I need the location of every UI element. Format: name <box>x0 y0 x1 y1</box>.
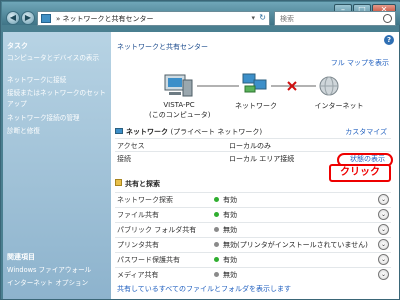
search-icon[interactable] <box>383 14 392 23</box>
sharing-status: 無効(プリンタがインストールされていません) <box>223 241 368 249</box>
task-pane: タスク コンピュータとデバイスの表示 ネットワークに接続 接続またはネットワーク… <box>3 32 111 299</box>
status-dot-icon <box>214 227 219 232</box>
sharing-status: 有効 <box>223 256 237 264</box>
status-dot-icon <box>214 242 219 247</box>
sharing-label: パブリック フォルダ共有 <box>117 226 197 234</box>
sharing-status: 有効 <box>223 196 237 204</box>
expand-chevron-icon[interactable]: ⌄ <box>378 269 389 280</box>
sharing-row: メディア共有 無効 ⌄ <box>115 267 391 280</box>
address-bar[interactable]: » ネットワークと共有センター ▾ ↻ <box>37 11 270 26</box>
page-title: ネットワークと共有センター <box>117 43 208 51</box>
search-input[interactable]: 検索 <box>274 11 396 26</box>
help-icon[interactable]: ? <box>384 35 394 45</box>
row-label: アクセス <box>117 142 145 150</box>
status-dot-icon <box>214 197 219 202</box>
expand-chevron-icon[interactable]: ⌄ <box>378 239 389 250</box>
show-shared-files-link[interactable]: 共有しているすべてのファイルとフォルダを表示します <box>117 284 291 294</box>
click-callout: クリック <box>329 164 391 182</box>
sharing-status: 有効 <box>223 211 237 219</box>
computer-name: VISTA-PC <box>163 101 195 109</box>
refresh-icon[interactable]: ↻ <box>259 13 266 22</box>
full-map-link[interactable]: フル マップを表示 <box>331 58 389 68</box>
sharing-row: ファイル共有 有効 ⌄ <box>115 207 391 220</box>
sharing-icon <box>115 179 122 186</box>
sharing-row: パブリック フォルダ共有 無効 ⌄ <box>115 222 391 235</box>
task-setup-connection[interactable]: 接続またはネットワークのセットアップ <box>7 88 107 110</box>
content-pane: ? ネットワークと共有センター フル マップを表示 VISTA-PC (このコン… <box>111 32 399 299</box>
network-icon-small <box>115 128 123 134</box>
sharing-row: ネットワーク探索 有効 ⌄ <box>115 192 391 205</box>
sharing-status: 無効 <box>223 226 237 234</box>
task-manage-connections[interactable]: ネットワーク接続の管理 <box>7 113 107 124</box>
link-windows-firewall[interactable]: Windows ファイアウォール <box>7 265 107 276</box>
sharing-row: パスワード保護共有 有効 ⌄ <box>115 252 391 265</box>
network-sharing-center-window: – □ ✕ ◀ ▶ » ネットワークと共有センター ▾ ↻ 検索 タスク コンピ… <box>0 0 400 300</box>
search-placeholder: 検索 <box>280 15 294 23</box>
tasks-heading: タスク <box>7 42 28 50</box>
sharing-label: メディア共有 <box>117 271 159 279</box>
sharing-label: ネットワーク探索 <box>117 196 173 204</box>
sharing-label: パスワード保護共有 <box>117 256 180 264</box>
sharing-section-title: 共有と探索 <box>115 179 160 189</box>
internet-globe-icon <box>319 76 339 96</box>
task-diagnose-repair[interactable]: 診断と修復 <box>7 126 107 137</box>
network-section-title: ネットワーク (プライベート ネットワーク) <box>115 127 262 137</box>
status-dot-icon <box>214 272 219 277</box>
sharing-status: 無効 <box>223 271 237 279</box>
network-label: ネットワーク <box>235 102 277 110</box>
expand-chevron-icon[interactable]: ⌄ <box>378 224 389 235</box>
network-icon <box>242 73 267 93</box>
see-also-heading: 関連項目 <box>7 253 35 261</box>
expand-chevron-icon[interactable]: ⌄ <box>378 209 389 220</box>
row-value: ローカルのみ <box>229 142 271 150</box>
forward-button[interactable]: ▶ <box>21 11 35 25</box>
row-value: ローカル エリア接続 <box>229 155 295 163</box>
address-path: » ネットワークと共有センター <box>56 15 154 23</box>
internet-label: インターネット <box>314 102 364 110</box>
status-dot-icon <box>214 212 219 217</box>
back-button[interactable]: ◀ <box>6 11 20 25</box>
computer-sub-label: (このコンピュータ) <box>149 111 211 119</box>
computer-icon <box>164 74 193 97</box>
task-connect-network[interactable]: ネットワークに接続 <box>7 75 107 86</box>
status-dot-icon <box>214 257 219 262</box>
sharing-label: プリンタ共有 <box>117 241 159 249</box>
expand-chevron-icon[interactable]: ⌄ <box>378 194 389 205</box>
address-row: ◀ ▶ » ネットワークと共有センター ▾ ↻ 検索 <box>2 9 400 31</box>
link-internet-options[interactable]: インターネット オプション <box>7 278 107 289</box>
sharing-label: ファイル共有 <box>117 211 159 219</box>
chevron-down-icon[interactable]: ▾ <box>251 14 255 22</box>
row-label: 接続 <box>117 155 131 163</box>
customize-link[interactable]: カスタマイズ <box>345 127 387 137</box>
task-view-computers[interactable]: コンピュータとデバイスの表示 <box>7 53 107 64</box>
sharing-row: プリンタ共有 無効(プリンタがインストールされていません) ⌄ <box>115 237 391 250</box>
table-row: アクセス ローカルのみ <box>115 138 391 151</box>
expand-chevron-icon[interactable]: ⌄ <box>378 254 389 265</box>
network-folder-icon <box>41 14 51 23</box>
